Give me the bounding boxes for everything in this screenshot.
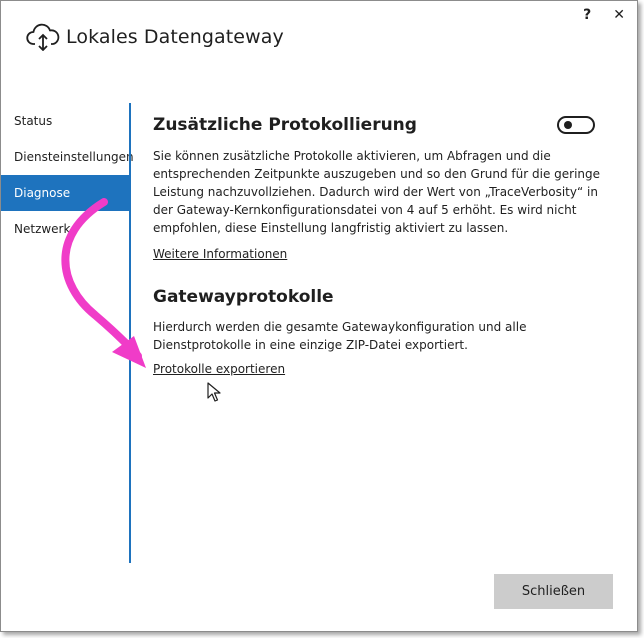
cloud-upload-icon — [26, 23, 60, 51]
gateway-logs-title: Gatewayprotokolle — [153, 287, 334, 307]
sidebar-divider — [129, 103, 131, 563]
help-button[interactable]: ? — [583, 7, 591, 23]
close-button[interactable]: Schließen — [494, 574, 613, 609]
gateway-window: ? ✕ Lokales Datengateway Status Dienstei… — [0, 0, 638, 632]
app-title: Lokales Datengateway — [66, 26, 284, 48]
more-info-link[interactable]: Weitere Informationen — [153, 247, 287, 261]
additional-logging-section: Zusätzliche Protokollierung Sie können z… — [153, 115, 608, 262]
additional-logging-description: Sie können zusätzliche Protokolle aktivi… — [153, 149, 601, 235]
export-logs-link[interactable]: Protokolle exportieren — [153, 362, 285, 376]
diagnostics-panel: Zusätzliche Protokollierung Sie können z… — [153, 115, 608, 377]
additional-logging-title: Zusätzliche Protokollierung — [153, 115, 417, 135]
sidebar-item-network[interactable]: Netzwerk — [1, 211, 129, 247]
sidebar-item-service-settings[interactable]: Diensteinstellungen — [1, 139, 134, 175]
sidebar-item-status[interactable]: Status — [1, 103, 129, 139]
app-header: Lokales Datengateway — [26, 23, 284, 51]
gateway-logs-section: Gatewayprotokolle Hierdurch werden die g… — [153, 287, 608, 377]
sidebar-item-diagnostics[interactable]: Diagnose — [1, 175, 129, 211]
gateway-logs-description: Hierdurch werden die gesamte Gatewaykonf… — [153, 320, 527, 352]
mouse-cursor-icon — [207, 382, 223, 408]
title-bar-controls: ? ✕ — [583, 7, 625, 23]
close-window-button[interactable]: ✕ — [613, 7, 625, 23]
sidebar: Status Diensteinstellungen Diagnose Netz… — [1, 103, 134, 247]
